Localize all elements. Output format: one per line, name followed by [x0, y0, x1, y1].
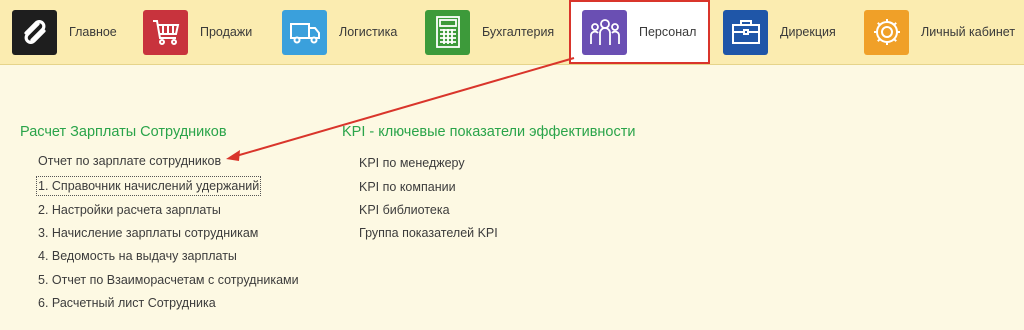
- section-panel: Главное Продажи Логистика Бухгалтерия Пе…: [0, 0, 1024, 65]
- kpi-link-manager[interactable]: KPI по менеджеру: [359, 155, 465, 171]
- section-label-main: Главное: [69, 25, 117, 39]
- section-label-accounting: Бухгалтерия: [482, 25, 555, 39]
- briefcase-icon: [723, 9, 768, 55]
- logo-icon: [12, 9, 57, 55]
- salary-link-settlements[interactable]: 5. Отчет по Взаиморасчетам с сотрудникам…: [38, 272, 299, 288]
- salary-group-title: Расчет Зарплаты Сотрудников: [20, 124, 227, 140]
- truck-icon: [282, 9, 327, 55]
- shopping-cart-icon: [143, 9, 188, 55]
- section-logistics[interactable]: Логистика: [282, 0, 397, 64]
- section-label-sales: Продажи: [200, 25, 253, 39]
- kpi-link-company[interactable]: KPI по компании: [359, 179, 456, 195]
- section-label-personnel: Персонал: [639, 25, 697, 39]
- section-label-logistics: Логистика: [339, 25, 398, 39]
- kpi-group-title: KPI - ключевые показатели эффективности: [342, 124, 636, 140]
- calculator-icon: [425, 9, 470, 55]
- section-management[interactable]: Дирекция: [723, 0, 836, 64]
- salary-link-accrual[interactable]: 3. Начисление зарплаты сотрудникам: [38, 225, 258, 241]
- section-accounting[interactable]: Бухгалтерия: [425, 0, 554, 64]
- section-sales[interactable]: Продажи: [143, 0, 252, 64]
- salary-link-statement[interactable]: 4. Ведомость на выдачу зарплаты: [38, 248, 237, 264]
- gear-icon: [864, 9, 909, 55]
- section-personnel[interactable]: Персонал: [569, 0, 710, 64]
- kpi-link-library[interactable]: KPI библиотека: [359, 202, 450, 218]
- salary-link-deductions[interactable]: 1. Справочник начислений удержаний: [35, 176, 262, 196]
- section-label-management: Дирекция: [780, 25, 836, 39]
- salary-link-settings[interactable]: 2. Настройки расчета зарплаты: [38, 202, 221, 218]
- salary-link-payslip[interactable]: 6. Расчетный лист Сотрудника: [38, 295, 216, 311]
- people-icon: [582, 9, 627, 55]
- kpi-link-indicator-group[interactable]: Группа показателей KPI: [359, 225, 498, 241]
- section-label-account: Личный кабинет: [921, 25, 1016, 39]
- section-main[interactable]: Главное: [12, 0, 117, 64]
- section-account[interactable]: Личный кабинет: [864, 0, 1015, 64]
- salary-link-report[interactable]: Отчет по зарплате сотрудников: [38, 153, 221, 169]
